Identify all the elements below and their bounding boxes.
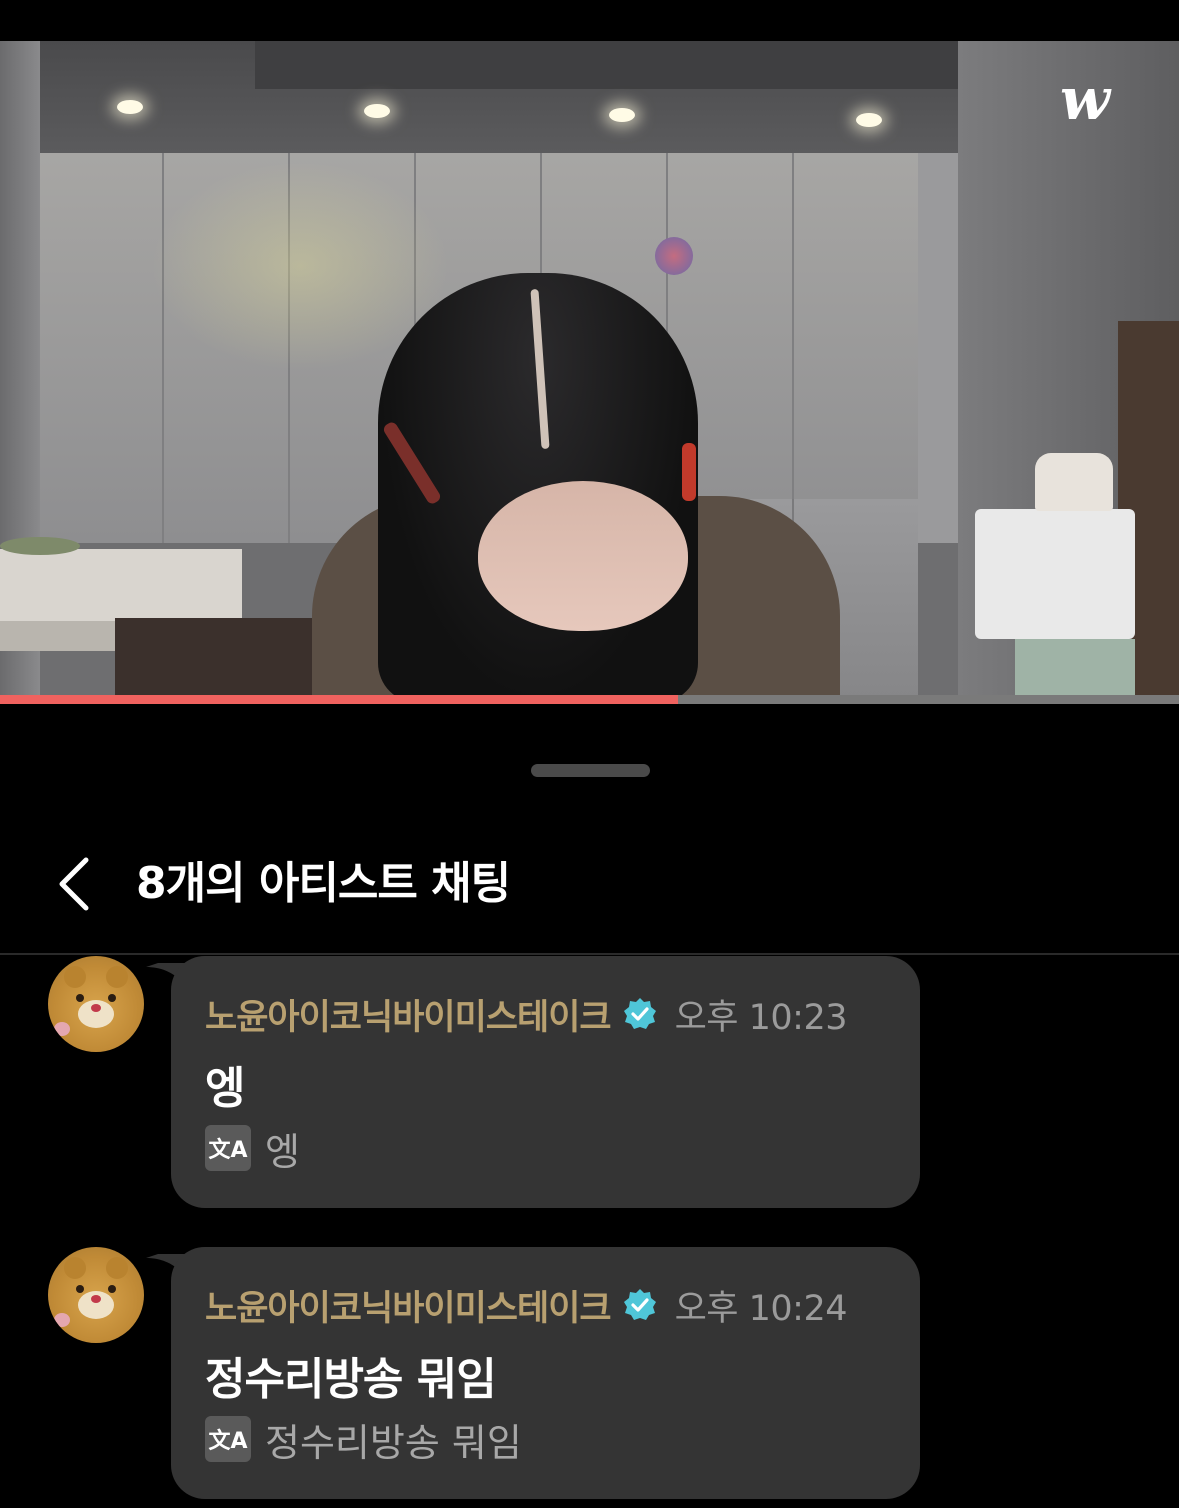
verified-badge-icon	[623, 998, 656, 1029]
storage-box	[975, 509, 1135, 639]
sheet-drag-handle[interactable]	[531, 764, 650, 777]
translated-text: 엥	[265, 1129, 300, 1174]
desk	[115, 618, 337, 704]
ceiling-light	[117, 100, 143, 114]
message-time: 오후 10:24	[674, 1288, 848, 1329]
video-progress-fill	[0, 695, 678, 704]
message-text: 정수리방송 뭐임	[205, 1354, 497, 1405]
ceiling-light	[856, 113, 882, 127]
avatar[interactable]	[48, 956, 144, 1052]
flower-decoration	[655, 237, 693, 275]
person-face	[478, 481, 688, 631]
weverse-logo: w	[1060, 65, 1110, 133]
translate-icon: 文A	[205, 1125, 251, 1171]
author-name[interactable]: 노윤아이코닉바이미스테이크	[205, 989, 612, 1040]
chat-message[interactable]: 노윤아이코닉바이미스테이크 오후 10:23 엥 文A 엥	[171, 956, 920, 1208]
translation-row[interactable]: 文A 정수리방송 뭐임	[205, 1415, 522, 1465]
bread-box	[1035, 453, 1113, 511]
counter-top	[0, 549, 242, 621]
message-header: 노윤아이코닉바이미스테이크 오후 10:23	[205, 992, 848, 1038]
translation-row[interactable]: 文A 엥	[205, 1124, 300, 1174]
verified-badge-icon	[623, 1289, 656, 1320]
message-text: 엥	[205, 1063, 245, 1114]
ceiling-light	[609, 108, 635, 122]
wardrobe-door	[792, 153, 918, 543]
page-title: 8개의 아티스트 채팅	[136, 858, 511, 909]
plate	[0, 537, 80, 555]
live-video[interactable]: w	[0, 41, 1179, 704]
chevron-left-icon[interactable]	[52, 852, 104, 916]
hair-clip	[682, 443, 696, 501]
video-progress-bar[interactable]	[0, 695, 1179, 704]
chat-message[interactable]: 노윤아이코닉바이미스테이크 오후 10:24 정수리방송 뭐임 文A 정수리방송…	[171, 1247, 920, 1499]
message-header: 노윤아이코닉바이미스테이크 오후 10:24	[205, 1283, 848, 1329]
divider	[0, 953, 1179, 955]
avatar[interactable]	[48, 1247, 144, 1343]
translate-icon: 文A	[205, 1416, 251, 1462]
translated-text: 정수리방송 뭐임	[265, 1420, 522, 1465]
author-name[interactable]: 노윤아이코닉바이미스테이크	[205, 1280, 612, 1331]
ceiling-light	[364, 104, 390, 118]
message-time: 오후 10:23	[674, 997, 848, 1038]
wardrobe-door	[36, 153, 162, 543]
